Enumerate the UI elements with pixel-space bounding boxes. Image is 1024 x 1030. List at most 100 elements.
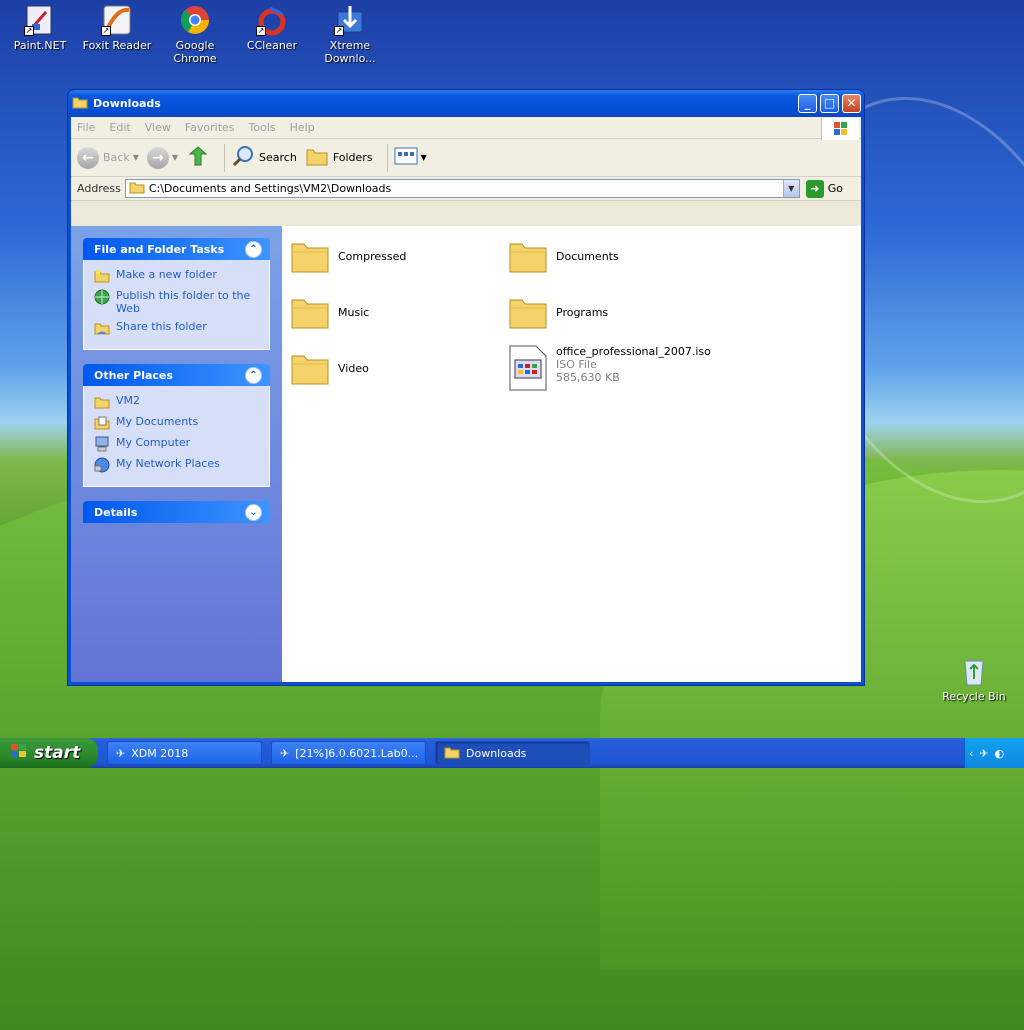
panel-header[interactable]: File and Folder Tasks ⌃	[83, 238, 270, 260]
menu-edit[interactable]: Edit	[109, 121, 130, 134]
taskbar: start ✈ XDM 2018 ✈ [21%]6.0.6021.Lab0...…	[0, 738, 1024, 768]
forward-arrow-icon: →	[146, 146, 169, 169]
maximize-button[interactable]: □	[820, 94, 839, 113]
forward-button[interactable]: → ▼	[146, 146, 178, 169]
menu-bar: File Edit View Favorites Tools Help	[71, 117, 861, 140]
folder-item-music[interactable]: Music	[290, 292, 369, 332]
desktop-icon-foxit[interactable]: ↗ Foxit Reader	[77, 4, 157, 52]
title-bar[interactable]: Downloads _ □ ✕	[68, 90, 864, 117]
taskbar-item-xdm[interactable]: ✈ XDM 2018	[107, 741, 262, 765]
menu-favorites[interactable]: Favorites	[185, 121, 235, 134]
taskbar-item-downloads[interactable]: Downloads	[435, 741, 590, 765]
folder-icon	[290, 348, 330, 388]
chevron-down-icon: ▼	[420, 153, 427, 162]
panel-header[interactable]: Other Places ⌃	[83, 364, 270, 386]
xdm-tray-icon[interactable]: ✈	[979, 747, 988, 760]
menu-file[interactable]: File	[77, 121, 95, 134]
task-pane: File and Folder Tasks ⌃ Make a new folde…	[71, 226, 282, 682]
folders-button[interactable]: Folders	[305, 145, 373, 170]
desktop-icon-label: Google Chrome	[173, 39, 217, 65]
address-value: C:\Documents and Settings\VM2\Downloads	[148, 182, 392, 195]
xdm-icon: ✈	[116, 746, 126, 760]
start-button[interactable]: start	[0, 738, 98, 768]
collapse-icon[interactable]: ⌃	[245, 366, 262, 384]
folder-icon	[129, 180, 145, 197]
desktop-icon-label: Foxit Reader	[82, 39, 152, 52]
task-publish-folder[interactable]: Publish this folder to the Web	[94, 289, 259, 315]
back-button[interactable]: ← Back ▼	[77, 146, 139, 169]
chrome-icon	[179, 4, 211, 36]
ccleaner-tray-icon[interactable]: ◐	[995, 747, 1005, 760]
address-bar: Address C:\Documents and Settings\VM2\Do…	[71, 177, 861, 201]
new-folder-icon	[94, 268, 110, 284]
folder-icon	[290, 292, 330, 332]
file-item-office-iso[interactable]: office_professional_2007.iso ISO File 58…	[508, 344, 711, 391]
toolbar: ← Back ▼ → ▼ Search Folders ▼	[71, 139, 861, 177]
desktop-icon-label: Recycle Bin	[942, 690, 1006, 703]
desktop-icon-chrome[interactable]: Google Chrome	[155, 4, 235, 65]
go-button[interactable]: ➜ Go	[805, 179, 843, 198]
views-icon	[394, 146, 418, 169]
task-share-folder[interactable]: Share this folder	[94, 320, 259, 336]
desktop-icon-recycle-bin[interactable]: Recycle Bin	[934, 655, 1014, 703]
globe-icon	[94, 289, 110, 305]
place-my-documents[interactable]: My Documents	[94, 415, 259, 431]
explorer-window[interactable]: Downloads _ □ ✕ File Edit View Favorites…	[67, 89, 865, 686]
search-icon	[231, 144, 255, 171]
folder-item-programs[interactable]: Programs	[508, 292, 608, 332]
details-panel: Details ⌄	[83, 501, 270, 523]
minimize-button[interactable]: _	[798, 94, 817, 113]
menu-tools[interactable]: Tools	[249, 121, 276, 134]
go-arrow-icon: ➜	[805, 179, 824, 198]
folder-item-compressed[interactable]: Compressed	[290, 236, 406, 276]
desktop-icon-label: Xtreme Downlo...	[324, 39, 376, 65]
place-vm2[interactable]: VM2	[94, 394, 259, 410]
tray-expand-icon[interactable]: ‹	[969, 747, 973, 760]
folder-icon	[444, 745, 460, 762]
content-area: File and Folder Tasks ⌃ Make a new folde…	[71, 226, 861, 682]
desktop-icon-label: CCleaner	[246, 39, 298, 52]
collapse-icon[interactable]: ⌃	[245, 240, 262, 258]
desktop-icon-xdm[interactable]: ↗ Xtreme Downlo...	[310, 4, 390, 65]
panel-header[interactable]: Details ⌄	[83, 501, 270, 523]
menu-help[interactable]: Help	[290, 121, 315, 134]
address-dropdown-button[interactable]: ▼	[782, 180, 799, 197]
address-field[interactable]: C:\Documents and Settings\VM2\Downloads …	[124, 179, 800, 198]
address-label: Address	[77, 182, 121, 195]
place-my-network-places[interactable]: My Network Places	[94, 457, 259, 473]
iso-file-icon	[508, 344, 548, 391]
windows-logo-icon	[821, 118, 859, 140]
up-folder-button[interactable]	[186, 144, 210, 171]
folder-icon	[508, 292, 548, 332]
expand-icon[interactable]: ⌄	[245, 503, 262, 521]
folder-icon	[72, 95, 88, 112]
desktop-icon-label: Paint.NET	[13, 39, 67, 52]
my-computer-icon	[94, 436, 110, 452]
xdm-icon: ✈	[280, 746, 290, 760]
system-tray: ‹ ✈ ◐	[964, 738, 1024, 768]
file-size: 585,630 KB	[556, 370, 620, 384]
folder-item-documents[interactable]: Documents	[508, 236, 619, 276]
chevron-down-icon: ▼	[132, 153, 139, 162]
toolbar-separator	[386, 143, 388, 172]
foxit-icon: ↗	[101, 4, 133, 36]
views-button[interactable]: ▼	[394, 146, 427, 169]
task-make-new-folder[interactable]: Make a new folder	[94, 268, 259, 284]
place-my-computer[interactable]: My Computer	[94, 436, 259, 452]
close-button[interactable]: ✕	[842, 94, 861, 113]
menu-view[interactable]: View	[145, 121, 171, 134]
folder-icon	[94, 394, 110, 410]
file-list[interactable]: Compressed Documents Music Programs Vide…	[282, 226, 861, 682]
taskbar-item-download-progress[interactable]: ✈ [21%]6.0.6021.Lab0...	[271, 741, 426, 765]
toolbar-separator	[224, 143, 226, 172]
desktop-icon-paintnet[interactable]: ↗ Paint.NET	[0, 4, 80, 52]
my-documents-icon	[94, 415, 110, 431]
recycle-bin-icon	[958, 655, 990, 687]
desktop-icon-ccleaner[interactable]: ↗ CCleaner	[232, 4, 312, 52]
windows-flag-icon	[10, 743, 28, 764]
file-folder-tasks-panel: File and Folder Tasks ⌃ Make a new folde…	[83, 238, 270, 350]
folder-icon	[508, 236, 548, 276]
search-button[interactable]: Search	[231, 144, 297, 171]
folder-item-video[interactable]: Video	[290, 348, 369, 388]
xdm-icon: ↗	[334, 4, 366, 36]
